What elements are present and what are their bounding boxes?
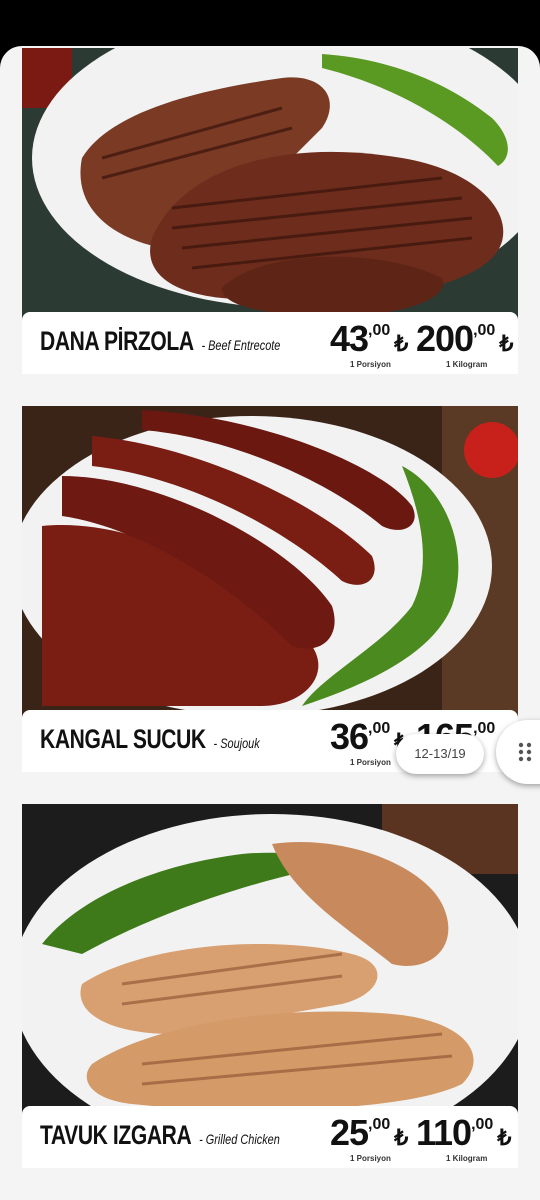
item-name-text: DANA PİRZOLA xyxy=(40,326,194,356)
item-name-text: KANGAL SUCUK xyxy=(40,724,206,754)
price-kilogram-decimals: ,00 xyxy=(473,720,496,737)
grip-dots-icon xyxy=(518,742,532,762)
item-name-text: TAVUK IZGARA xyxy=(40,1120,192,1150)
currency-symbol: ₺ xyxy=(394,1125,409,1150)
item-subtitle: - Grilled Chicken xyxy=(199,1131,280,1147)
item-name: TAVUK IZGARA - Grilled Chicken xyxy=(40,1120,280,1151)
price-portion-decimals: ,00 xyxy=(368,720,391,737)
price-portion: 43,00₺ 1 Porsiyon xyxy=(330,318,409,369)
menu-sheet: DANA PİRZOLA - Beef Entrecote 43,00₺ 1 Po… xyxy=(0,46,540,1200)
menu-card-kangal-sucuk[interactable]: KANGAL SUCUK- Soujouk 36,00₺ 1 Porsiyon … xyxy=(22,406,518,772)
item-subtitle: - Soujouk xyxy=(213,735,260,751)
menu-card-tavuk-izgara[interactable]: TAVUK IZGARA - Grilled Chicken 25,00₺ 1 P… xyxy=(22,804,518,1168)
price-kilogram-main: 200 xyxy=(416,318,474,359)
price-portion-main: 25 xyxy=(330,1112,369,1153)
date-chip[interactable]: 12-13/19 xyxy=(396,734,484,774)
price-portion-decimals: ,00 xyxy=(368,322,391,339)
item-subtitle: - Beef Entrecote xyxy=(201,337,281,353)
price-portion-main: 36 xyxy=(330,716,369,757)
item-name: KANGAL SUCUK - Soujouk xyxy=(40,724,260,755)
price-kilogram: 200,00₺ 1 Kilogram xyxy=(416,318,514,369)
item-info-bar: TAVUK IZGARA - Grilled Chicken 25,00₺ 1 P… xyxy=(22,1106,518,1168)
currency-symbol: ₺ xyxy=(499,331,514,356)
tavuk-izgara-photo xyxy=(22,804,518,1122)
kangal-sucuk-photo xyxy=(22,406,518,726)
price-kilogram-decimals: ,00 xyxy=(473,322,496,339)
price-portion-unit: 1 Porsiyon xyxy=(350,1154,391,1163)
price-portion-unit: 1 Porsiyon xyxy=(350,360,391,369)
dana-pirzola-photo xyxy=(22,48,518,328)
item-info-bar: DANA PİRZOLA - Beef Entrecote 43,00₺ 1 Po… xyxy=(22,312,518,374)
price-kilogram-decimals: ,00 xyxy=(471,1116,494,1133)
item-name: DANA PİRZOLA - Beef Entrecote xyxy=(40,326,280,357)
price-portion-main: 43 xyxy=(330,318,369,359)
price-kilogram-unit: 1 Kilogram xyxy=(446,1154,488,1163)
price-portion: 25,00₺ 1 Porsiyon xyxy=(330,1112,409,1163)
price-kilogram-unit: 1 Kilogram xyxy=(446,360,488,369)
menu-card-dana-pirzola[interactable]: DANA PİRZOLA - Beef Entrecote 43,00₺ 1 Po… xyxy=(22,48,518,374)
price-portion-decimals: ,00 xyxy=(368,1116,391,1133)
currency-symbol: ₺ xyxy=(394,331,409,356)
price-portion-unit: 1 Porsiyon xyxy=(350,758,391,767)
price-kilogram: 110,00₺ 1 Kilogram xyxy=(416,1112,512,1163)
currency-symbol: ₺ xyxy=(497,1125,512,1150)
price-kilogram-main: 110 xyxy=(416,1112,472,1153)
